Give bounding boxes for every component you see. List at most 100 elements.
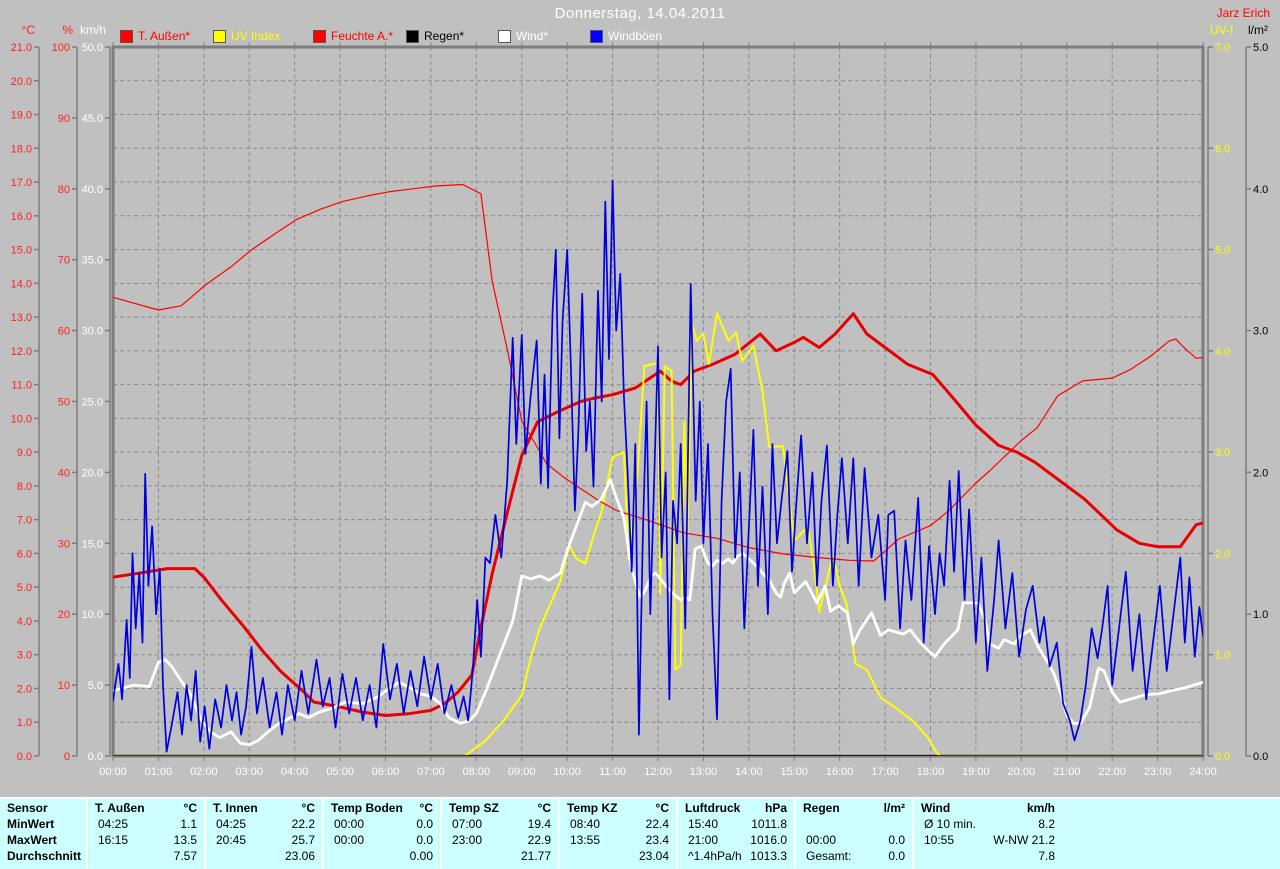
x-tick-label: 14:00 xyxy=(735,766,763,778)
x-tick-label: 19:00 xyxy=(962,766,990,778)
value-number: 23.06 xyxy=(284,849,315,863)
value-number: 23.4 xyxy=(645,833,669,847)
axis-tick-label: 13.0 xyxy=(11,312,32,324)
sensor-name: Regen xyxy=(803,801,840,815)
row-label: Durchschnitt xyxy=(7,849,82,863)
table-row: 13:55 23.4 xyxy=(560,832,676,848)
x-tick-label: 22:00 xyxy=(1098,766,1126,778)
x-tick-label: 05:00 xyxy=(326,766,354,778)
axis-tick-label: 1.0 xyxy=(1215,650,1230,662)
value-number: 19.4 xyxy=(527,817,551,831)
axis-unit-label: km/h xyxy=(80,23,106,37)
x-tick-label: 04:00 xyxy=(281,766,309,778)
axis-rain: 0.0 1.0 2.0 3.0 4.0 5.0 l/m² xyxy=(1245,23,1268,763)
x-tick-label: 20:00 xyxy=(1008,766,1036,778)
x-tick-label: 09:00 xyxy=(508,766,536,778)
table-row: 23.06 xyxy=(206,848,322,864)
value-number: 22.2 xyxy=(291,817,315,831)
axis-unit-label: % xyxy=(62,23,73,37)
axis-tick-label: 40.0 xyxy=(82,184,103,196)
axis-tick-label: 2.0 xyxy=(1253,467,1268,479)
table-row: 04:25 1.1 xyxy=(88,816,204,832)
axis-tick-label: 4.0 xyxy=(17,616,32,628)
axis-tick-label: 8.0 xyxy=(17,481,32,493)
table-row: Wind km/h xyxy=(914,800,1062,816)
table-row: 04:25 22.2 xyxy=(206,816,322,832)
x-tick-label: 06:00 xyxy=(372,766,400,778)
value-number: 1013.3 xyxy=(750,849,787,863)
axis-tick-label: 45.0 xyxy=(82,113,103,125)
value-time: 21:00 xyxy=(688,833,719,847)
table-group-tauen: T. Außen °C 04:25 1.1 16:15 13.5 7.57 xyxy=(86,799,204,869)
axis-tick-label: 2.0 xyxy=(1215,548,1230,560)
value-number: 0.0 xyxy=(888,833,905,847)
row-label: MinWert xyxy=(7,817,55,831)
value-number: 7.8 xyxy=(1038,849,1055,863)
sensor-unit: °C xyxy=(655,801,669,815)
value-number: 8.2 xyxy=(1038,817,1055,831)
value-number: 1011.8 xyxy=(751,817,787,831)
axis-tick-label: 70 xyxy=(58,255,70,267)
table-row: T. Innen °C xyxy=(206,800,322,816)
value-time: Ø 10 min. xyxy=(924,817,977,831)
table-row: Durchschnitt xyxy=(0,848,86,864)
value-number: 0.00 xyxy=(409,849,433,863)
table-row: 7.57 xyxy=(88,848,204,864)
value-number: 0.0 xyxy=(416,817,433,831)
axis-tick-label: 80 xyxy=(58,184,70,196)
axis-unit-label: UV-I xyxy=(1210,23,1233,37)
axis-tick-label: 1.0 xyxy=(1253,609,1268,621)
value-number: 22.4 xyxy=(645,817,669,831)
axis-tick-label: 35.0 xyxy=(82,255,103,267)
value-number: 0.0 xyxy=(888,849,905,863)
sensor-name: T. Innen xyxy=(213,801,258,815)
value-time: 00:00 xyxy=(334,833,365,847)
weather-app-window: { "header": { "title": "Donnerstag, 14.0… xyxy=(0,0,1280,869)
axis-tick-label: 3.0 xyxy=(1215,447,1230,459)
value-time: 07:00 xyxy=(452,817,483,831)
axis-tick-label: 20 xyxy=(58,609,70,621)
value-number: 21.77 xyxy=(520,849,551,863)
table-row: 21:00 1016.0 xyxy=(678,832,794,848)
axis-tick-label: 40 xyxy=(58,467,70,479)
value-number: W-NW 21.2 xyxy=(993,833,1055,847)
value-number: 23.04 xyxy=(638,849,669,863)
table-group-tempboden: Temp Boden °C 00:00 0.0 00:00 0.0 0.00 xyxy=(322,799,440,869)
axis-tick-label: 30 xyxy=(58,538,70,550)
axis-tick-label: 0.0 xyxy=(88,751,103,763)
axis-uv: 0.0 1.0 2.0 3.0 4.0 5.0 6.0 7.0 UV-I xyxy=(1207,23,1233,763)
sensor-unit: km/h xyxy=(1026,801,1055,815)
axis-tick-label: 3.0 xyxy=(17,650,32,662)
sensor-unit: l/m² xyxy=(883,801,905,815)
value-time: 00:00 xyxy=(334,817,365,831)
x-tick-label: 08:00 xyxy=(463,766,491,778)
axis-tick-label: 6.0 xyxy=(17,548,32,560)
x-tick-label: 00:00 xyxy=(99,766,127,778)
axis-tick-label: 2.0 xyxy=(17,683,32,695)
axis-unit-label: l/m² xyxy=(1248,23,1268,37)
sensor-unit: °C xyxy=(537,801,551,815)
table-row: 00:00 0.0 xyxy=(796,832,912,848)
value-number: 25.7 xyxy=(291,833,315,847)
table-group-tinnen: T. Innen °C 04:25 22.2 20:45 25.7 23.06 xyxy=(204,799,322,869)
x-tick-label: 02:00 xyxy=(190,766,218,778)
value-time: 20:45 xyxy=(216,833,247,847)
table-row: Sensor xyxy=(0,800,86,816)
table-row: Temp Boden °C xyxy=(324,800,440,816)
axis-tick-label: 60 xyxy=(58,326,70,338)
sensor-name: T. Außen xyxy=(95,801,145,815)
chart-area: 0.0 1.0 2.0 3.0 4.0 5.0 6.0 7.0 8.0 9.0 10.0 11.0 12… xyxy=(0,0,1280,800)
x-tick-label: 12:00 xyxy=(644,766,672,778)
table-row: Temp SZ °C xyxy=(442,800,558,816)
table-row: 08:40 22.4 xyxy=(560,816,676,832)
x-tick-label: 18:00 xyxy=(917,766,945,778)
table-row: 16:15 13.5 xyxy=(88,832,204,848)
value-time: 10:55 xyxy=(924,833,955,847)
axis-tick-label: 7.0 xyxy=(1215,42,1230,54)
axis-tick-label: 12.0 xyxy=(11,346,32,358)
axis-tick-label: 15.0 xyxy=(82,538,103,550)
table-row: 23:00 22.9 xyxy=(442,832,558,848)
axis-tick-label: 16.0 xyxy=(11,211,32,223)
axis-tick-label: 0.0 xyxy=(1215,751,1230,763)
value-time: 04:25 xyxy=(98,817,129,831)
